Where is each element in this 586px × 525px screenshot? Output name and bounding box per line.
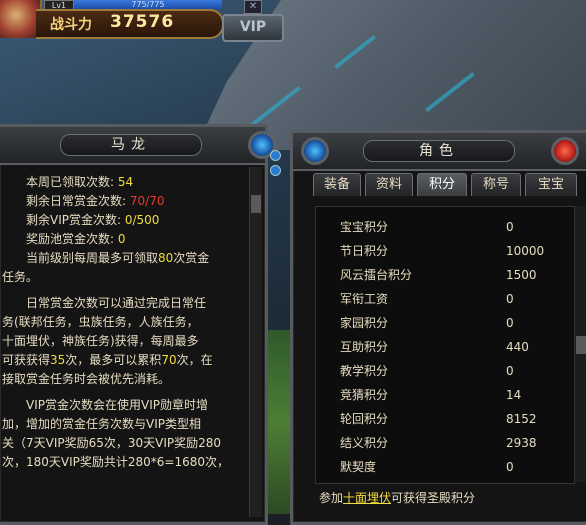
combat-power-label: 战斗力	[50, 17, 92, 33]
bounty-npc-panel: 马龙 本周已领取次数: 54 剩余日常赏金次数: 70/70 剩余VIP赏金次数…	[0, 124, 276, 525]
panel-link-dots	[270, 150, 281, 180]
stat-label: 剩余VIP赏金次数:	[26, 213, 122, 227]
weekly-limit-text: 当前级别每周最多可领取80次赏金	[2, 249, 246, 268]
scrollbar-thumb[interactable]	[576, 336, 586, 354]
vip-button[interactable]: VIP	[222, 14, 284, 42]
tab-pets[interactable]: 宝宝	[525, 173, 577, 196]
point-value: 0	[506, 460, 514, 474]
point-name: 结义积分	[340, 436, 389, 450]
panel-title: 角色	[363, 140, 515, 162]
list-item: 节日积分 10000	[316, 239, 574, 263]
points-hint: 参加十面埋伏可获得圣殿积分	[319, 489, 475, 506]
point-name: 家园积分	[340, 316, 389, 330]
stat-label: 奖励池赏金次数:	[26, 232, 115, 246]
point-name: 宝宝积分	[340, 220, 389, 234]
stat-weekly-claimed: 本周已领取次数: 54	[26, 173, 133, 192]
point-value: 2938	[506, 436, 537, 450]
combat-power-value: 37576	[110, 12, 175, 32]
points-list: 宝宝积分 0 节日积分 10000 风云擂台积分 1500 军衔工资 0 家园积分 0 互…	[315, 206, 575, 484]
stat-value: 0/500	[124, 213, 160, 227]
tab-profile[interactable]: 资料	[365, 173, 413, 196]
point-value: 0	[506, 292, 514, 306]
stat-daily-remaining: 剩余日常赏金次数: 70/70	[26, 192, 164, 211]
list-item: 风云擂台积分 1500	[316, 263, 574, 287]
point-name: 节日积分	[340, 244, 389, 258]
point-value: 8152	[506, 412, 537, 426]
list-item: 竞猜积分 14	[316, 383, 574, 407]
point-name: 互助积分	[340, 340, 389, 354]
hp-bar: 775/775	[74, 0, 222, 9]
panel-title-bar: 马龙	[0, 127, 276, 165]
stat-vip-remaining: 剩余VIP赏金次数: 0/500	[26, 211, 159, 230]
list-item: 教学积分 0	[316, 359, 574, 383]
link-dot-icon	[270, 165, 281, 176]
stat-value: 70/70	[129, 194, 165, 208]
left-scrollbar[interactable]	[249, 167, 262, 517]
text-line: 可获获得35次，最多可以累积70次，在	[2, 351, 246, 370]
text-line: VIP赏金次数会在使用VIP勋章时增	[26, 398, 208, 412]
scrollbar-thumb[interactable]	[251, 195, 261, 213]
highlight-number: 80	[158, 251, 174, 265]
text-line: 加，增加的赏金任务次数与VIP类型相	[2, 417, 201, 431]
text-line: 十面埋伏，神族任务)获得，每周最多	[2, 334, 199, 348]
highlight-number: 70	[161, 353, 177, 367]
tab-titles[interactable]: 称号	[471, 173, 521, 196]
tab-points[interactable]: 积分	[417, 173, 467, 196]
point-value: 10000	[506, 244, 545, 258]
player-hud: Lv1 775/775 战斗力 37576	[0, 0, 240, 40]
point-value: 0	[506, 220, 514, 234]
right-scrollbar[interactable]	[574, 206, 586, 482]
point-value: 0	[506, 364, 514, 378]
text-span: 次赏金	[173, 251, 210, 265]
stat-label: 本周已领取次数:	[26, 175, 115, 189]
hint-text: 可获得圣殿积分	[391, 491, 476, 505]
close-icon[interactable]: ✕	[244, 0, 262, 14]
bounty-info-text: 本周已领取次数: 54 剩余日常赏金次数: 70/70 剩余VIP赏金次数: 0…	[0, 167, 248, 519]
point-name: 教学积分	[340, 364, 389, 378]
list-item: 互助积分 440	[316, 335, 574, 359]
list-item: 军衔工资 0	[316, 287, 574, 311]
panel-title: 马龙	[60, 134, 202, 156]
point-name: 风云擂台积分	[340, 268, 413, 282]
text-line: 关（7天VIP奖励65次，30天VIP奖励280	[2, 436, 222, 450]
close-gem-icon[interactable]	[551, 137, 579, 165]
text-span: 可获获得	[2, 353, 51, 367]
text-line: 次，180天VIP奖励共计280*6=1680次，	[2, 455, 230, 469]
panel-emblem-icon	[301, 137, 329, 165]
combat-power-plate: 战斗力 37576	[36, 9, 224, 39]
stat-pool-remaining: 奖励池赏金次数: 0	[26, 230, 126, 249]
point-value: 440	[506, 340, 529, 354]
text-span: 次，在	[176, 353, 213, 367]
point-name: 默契度	[340, 460, 377, 474]
text-span: 当前级别每周最多可领取	[26, 251, 159, 265]
link-dot-icon	[270, 150, 281, 161]
point-value: 14	[506, 388, 522, 402]
text-line: 任务。	[2, 270, 39, 284]
point-name: 轮回积分	[340, 412, 389, 426]
text-line: 接取赏金任务时会被优先消耗。	[2, 372, 171, 386]
hint-link[interactable]: 十面埋伏	[343, 491, 391, 505]
panel-title-bar: 角色	[293, 133, 586, 171]
list-item: 结义积分 2938	[316, 431, 574, 455]
tab-equipment[interactable]: 装备	[313, 173, 361, 196]
point-value: 1500	[506, 268, 537, 282]
character-panel: 角色 装备 资料 积分 称号 宝宝 宝宝积分 0 节日积分 10000 风云擂台积分…	[290, 130, 586, 525]
text-span: 次，最多可以累积	[65, 353, 162, 367]
highlight-number: 35	[50, 353, 66, 367]
text-line: 日常赏金次数可以通过完成日常任	[26, 296, 207, 310]
list-item: 轮回积分 8152	[316, 407, 574, 431]
text-line: 务(联邦任务，虫族任务，人族任务，	[2, 315, 199, 329]
stat-label: 剩余日常赏金次数:	[26, 194, 127, 208]
list-item: 默契度 0	[316, 455, 574, 479]
list-item: 家园积分 0	[316, 311, 574, 335]
hint-text: 参加	[319, 491, 344, 505]
list-item: 宝宝积分 0	[316, 215, 574, 239]
point-value: 0	[506, 316, 514, 330]
point-name: 军衔工资	[340, 292, 389, 306]
point-name: 竞猜积分	[340, 388, 389, 402]
stat-value: 54	[117, 175, 134, 189]
stat-value: 0	[117, 232, 126, 246]
